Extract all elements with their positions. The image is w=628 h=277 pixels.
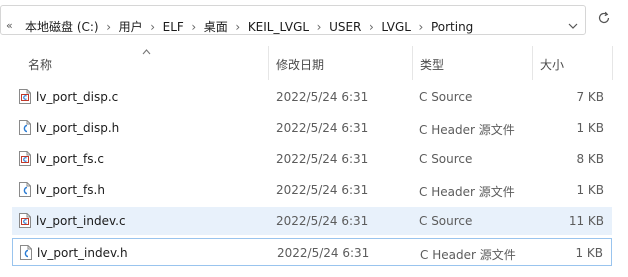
breadcrumb-separator-icon[interactable]: ›	[361, 20, 381, 34]
file-row[interactable]: lv_port_indev.c 2022/5/24 6:31 C Source 11 …	[12, 207, 612, 235]
c-header-file-icon	[19, 182, 31, 200]
file-name: lv_port_disp.h	[36, 121, 120, 135]
file-size: 1 KB	[575, 246, 603, 260]
sort-ascending-icon	[142, 44, 151, 58]
file-row[interactable]: lv_port_indev.h 2022/5/24 6:31 C Header 源文…	[12, 238, 612, 266]
breadcrumb-separator-icon[interactable]: ›	[143, 20, 163, 34]
column-divider[interactable]	[612, 46, 613, 80]
column-divider[interactable]	[532, 46, 533, 80]
file-modified-date: 2022/5/24 6:31	[276, 214, 369, 228]
breadcrumb-item[interactable]: Porting	[431, 20, 473, 34]
file-name: lv_port_fs.c	[36, 152, 104, 166]
file-row[interactable]: lv_port_fs.h 2022/5/24 6:31 C Header 源文件 1 …	[12, 176, 612, 204]
breadcrumb-item[interactable]: KEIL_LVGL	[248, 20, 309, 34]
file-modified-date: 2022/5/24 6:31	[277, 246, 370, 260]
file-name: lv_port_indev.h	[37, 246, 128, 260]
column-divider[interactable]	[412, 46, 413, 80]
breadcrumb-item[interactable]: 本地磁盘 (C:)	[25, 18, 99, 35]
c-header-file-icon	[19, 120, 31, 138]
file-modified-date: 2022/5/24 6:31	[276, 121, 369, 135]
file-size: 1 KB	[576, 121, 604, 135]
file-name: lv_port_disp.c	[36, 90, 119, 104]
column-header-size[interactable]: 大小	[540, 52, 564, 76]
file-type: C Header 源文件	[419, 185, 515, 199]
c-source-file-icon	[19, 151, 31, 169]
file-row[interactable]: lv_port_fs.c 2022/5/24 6:31 C Source 8 KB	[12, 145, 612, 173]
breadcrumb-item[interactable]: 用户	[119, 18, 143, 35]
breadcrumb-separator-icon[interactable]: ›	[228, 20, 248, 34]
file-type: C Source	[419, 214, 473, 228]
file-type: C Header 源文件	[419, 123, 515, 137]
breadcrumb-item[interactable]: LVGL	[381, 20, 411, 34]
chevron-down-icon[interactable]	[568, 19, 578, 33]
file-name: lv_port_indev.c	[36, 214, 126, 228]
file-row[interactable]: lv_port_disp.c 2022/5/24 6:31 C Source 7 KB	[12, 83, 612, 111]
breadcrumb: 本地磁盘 (C:) › 用户 › ELF › 桌面 › KEIL_LVGL › USER › LVGL ›…	[25, 18, 473, 35]
breadcrumb-separator-icon[interactable]: ›	[411, 20, 431, 34]
file-size: 1 KB	[576, 183, 604, 197]
c-header-file-icon	[20, 245, 32, 263]
address-field[interactable]: « 本地磁盘 (C:) › 用户 › ELF › 桌面 › KEIL_LVGL › USER › LVG…	[0, 5, 586, 35]
column-header-date[interactable]: 修改日期	[276, 52, 324, 76]
file-row[interactable]: lv_port_disp.h 2022/5/24 6:31 C Header 源文件…	[12, 114, 612, 142]
column-header-name[interactable]: 名称	[28, 52, 52, 76]
file-name: lv_port_fs.h	[36, 183, 105, 197]
file-modified-date: 2022/5/24 6:31	[276, 183, 369, 197]
column-header-type[interactable]: 类型	[420, 52, 444, 76]
column-divider[interactable]	[268, 46, 269, 80]
c-source-file-icon	[19, 213, 31, 231]
file-size: 11 KB	[568, 214, 604, 228]
file-modified-date: 2022/5/24 6:31	[276, 152, 369, 166]
refresh-icon[interactable]	[597, 11, 611, 28]
file-type: C Source	[419, 90, 473, 104]
file-size: 8 KB	[576, 152, 604, 166]
breadcrumb-item[interactable]: ELF	[163, 20, 184, 34]
address-bar: « 本地磁盘 (C:) › 用户 › ELF › 桌面 › KEIL_LVGL › USER › LVG…	[0, 0, 628, 40]
breadcrumb-separator-icon[interactable]: ›	[184, 20, 204, 34]
file-modified-date: 2022/5/24 6:31	[276, 90, 369, 104]
breadcrumb-separator-icon[interactable]: ›	[309, 20, 329, 34]
breadcrumb-item[interactable]: 桌面	[204, 18, 228, 35]
c-source-file-icon	[19, 89, 31, 107]
file-type: C Header 源文件	[420, 248, 516, 262]
file-size: 7 KB	[576, 90, 604, 104]
path-overflow-icon[interactable]: «	[6, 19, 13, 32]
file-type: C Source	[419, 152, 473, 166]
breadcrumb-item[interactable]: USER	[329, 20, 361, 34]
breadcrumb-separator-icon[interactable]: ›	[99, 20, 119, 34]
